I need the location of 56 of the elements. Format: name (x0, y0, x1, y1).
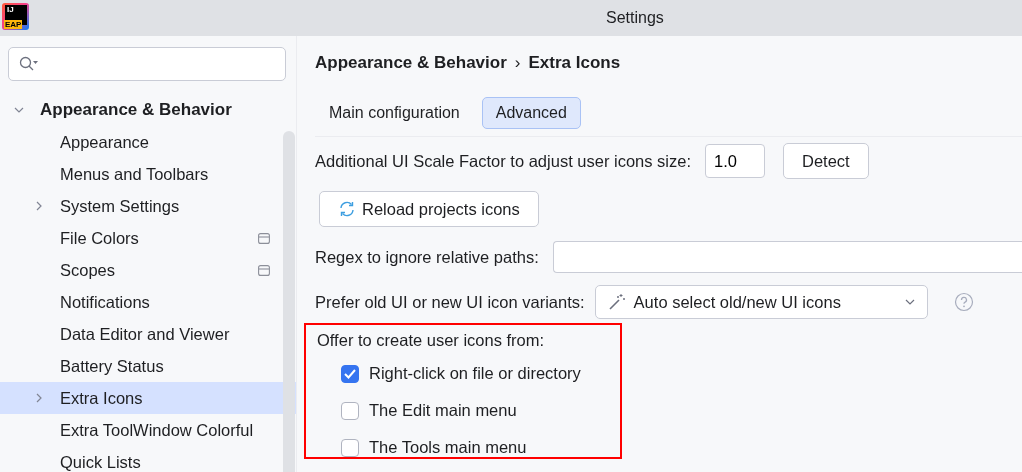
field-label: Prefer old UI or new UI icon variants: (315, 292, 585, 312)
item-label: Data Editor and Viewer (60, 324, 230, 344)
item-label: Appearance (60, 132, 149, 152)
breadcrumb-parent[interactable]: Appearance & Behavior (315, 53, 507, 73)
checkbox-label[interactable]: The Tools main menu (369, 438, 527, 457)
chevron-right-icon[interactable] (34, 201, 44, 211)
item-label: Battery Status (60, 356, 164, 376)
sidebar-item[interactable]: Battery Status (0, 350, 296, 382)
breadcrumb-current: Extra Icons (528, 53, 621, 73)
checkbox[interactable] (341, 364, 359, 383)
item-label: File Colors (60, 228, 139, 248)
refresh-icon (338, 201, 356, 217)
reload-button[interactable]: Reload projects icons (319, 191, 539, 227)
checkbox[interactable] (341, 438, 359, 457)
item-label: System Settings (60, 196, 180, 216)
chevron-down-icon[interactable] (14, 105, 24, 115)
tab[interactable]: Advanced (481, 97, 581, 129)
item-label: Menus and Toolbars (60, 164, 209, 184)
sidebar-item[interactable]: Menus and Toolbars (0, 158, 296, 190)
window-title: Settings (606, 9, 664, 27)
chevron-down-icon (904, 299, 915, 305)
input-field[interactable] (552, 241, 1022, 273)
sidebar-item[interactable]: Notifications (0, 286, 296, 318)
sidebar-item[interactable]: Extra Icons (0, 382, 296, 414)
sidebar-item[interactable]: Extra ToolWindow Colorful (0, 414, 296, 446)
tab[interactable]: Main configuration (315, 97, 474, 129)
item-label: Extra Icons (60, 388, 143, 408)
magic-wand-icon (607, 293, 626, 311)
sidebar-item[interactable]: Quick Lists (0, 446, 296, 472)
checkbox-label[interactable]: Right-click on file or directory (369, 364, 581, 383)
item-label: Extra ToolWindow Colorful (60, 420, 254, 440)
group-label: Offer to create user icons from: (317, 331, 546, 351)
sidebar-item[interactable]: Data Editor and Viewer (0, 318, 296, 350)
app-logo: IJ EAP (2, 3, 29, 30)
checkbox[interactable] (341, 401, 359, 420)
sidebar-item[interactable]: Appearance (0, 126, 296, 158)
detect-button[interactable]: Detect (783, 143, 869, 179)
breadcrumb-separator: › (514, 53, 521, 73)
item-label: Scopes (60, 260, 116, 280)
search-icon (19, 56, 39, 72)
sidebar-item[interactable]: File Colors (0, 222, 296, 254)
sidebar-item[interactable]: Scopes (0, 254, 296, 286)
item-label: Appearance & Behavior (40, 100, 232, 120)
sidebar-item[interactable]: Appearance & Behavior (0, 94, 296, 126)
help-icon[interactable] (953, 292, 974, 312)
field-label: Regex to ignore relative paths: (315, 247, 539, 267)
checkbox-label[interactable]: The Edit main menu (369, 401, 517, 420)
sidebar-item[interactable]: System Settings (0, 190, 296, 222)
search-field[interactable] (8, 47, 286, 81)
item-label: Quick Lists (60, 452, 141, 472)
chevron-right-icon[interactable] (34, 393, 44, 403)
scrollbar[interactable] (283, 131, 295, 472)
dropdown[interactable]: Auto select old/new UI icons (594, 285, 928, 319)
input-field[interactable]: 1.0 (705, 144, 765, 178)
item-label: Notifications (60, 292, 150, 312)
field-label: Additional UI Scale Factor to adjust user icons size: (315, 151, 691, 171)
